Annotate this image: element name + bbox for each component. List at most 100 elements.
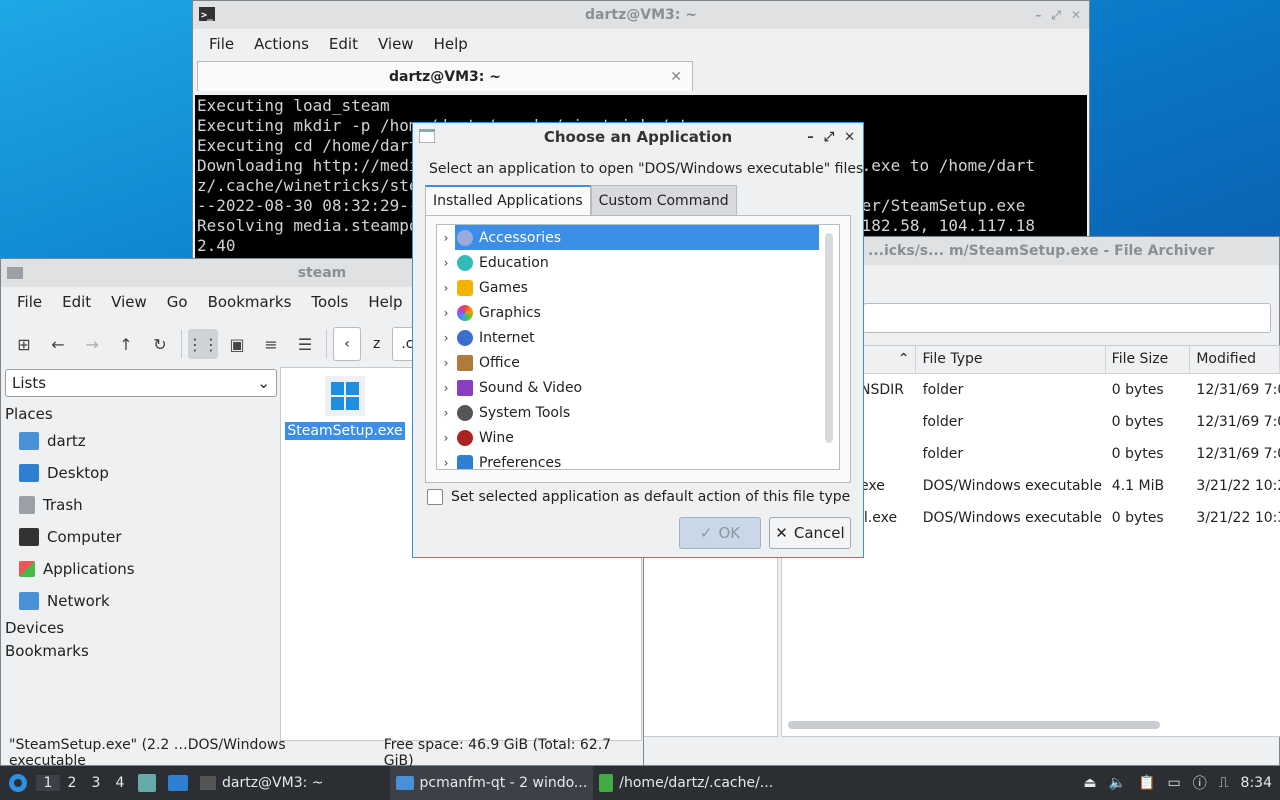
tree-item-accessories[interactable]: › Accessories	[437, 225, 839, 250]
back-arrow-icon[interactable]: ←	[43, 329, 73, 359]
tree-item-preferences[interactable]: › Preferences	[437, 450, 839, 470]
expand-arrow-icon[interactable]: ›	[437, 231, 455, 245]
tree-item-office[interactable]: › Office	[437, 350, 839, 375]
tree-item-sound-video[interactable]: › Sound & Video	[437, 375, 839, 400]
maximize-icon[interactable]: ⤢	[824, 130, 834, 145]
close-tab-icon[interactable]: ✕	[670, 69, 682, 85]
expand-arrow-icon[interactable]: ›	[437, 356, 455, 370]
quicklaunch-files[interactable]	[132, 766, 162, 800]
terminal-tab[interactable]: dartz@VM3: ~ ✕	[197, 61, 693, 91]
status-bar: "SteamSetup.exe" (2.2 …DOS/Windows execu…	[1, 737, 643, 769]
expand-arrow-icon[interactable]: ›	[437, 406, 455, 420]
tree-item-education[interactable]: › Education	[437, 250, 839, 275]
notification-icon[interactable]: ⓘ	[1193, 773, 1207, 793]
task-terminal[interactable]: dartz@VM3: ~	[194, 766, 330, 800]
close-icon[interactable]: ✕	[1071, 8, 1081, 22]
bookmarks-header[interactable]: Bookmarks	[5, 640, 277, 662]
terminal-titlebar[interactable]: >_ dartz@VM3: ~ – ⤢ ✕	[193, 1, 1089, 29]
up-arrow-icon[interactable]: ↑	[111, 329, 141, 359]
expand-arrow-icon[interactable]: ›	[437, 456, 455, 470]
file-item[interactable]: SteamSetup.exe	[285, 376, 405, 440]
task-label: /home/dartz/.cache/...	[619, 775, 774, 791]
new-tab-icon[interactable]: ⊞	[9, 329, 39, 359]
reload-icon[interactable]: ↻	[145, 329, 175, 359]
place-home[interactable]: dartz	[5, 425, 277, 457]
menu-edit[interactable]: Edit	[52, 293, 101, 311]
tab-installed-applications[interactable]: Installed Applications	[425, 185, 591, 215]
volume-icon[interactable]: 🔈	[1109, 775, 1126, 791]
detailed-view-icon[interactable]: ☰	[290, 329, 320, 359]
menu-file[interactable]: File	[199, 35, 244, 53]
menu-help[interactable]: Help	[358, 293, 412, 311]
tree-item-wine[interactable]: › Wine	[437, 425, 839, 450]
place-computer[interactable]: Computer	[5, 521, 277, 553]
wine-icon	[457, 429, 473, 446]
compact-view-icon[interactable]: ≡	[256, 329, 286, 359]
tree-item-internet[interactable]: › Internet	[437, 325, 839, 350]
clipboard-icon[interactable]: 📋	[1138, 775, 1155, 791]
expand-arrow-icon[interactable]: ›	[437, 431, 455, 445]
archiver-path-input[interactable]	[863, 303, 1271, 333]
clock[interactable]: 8:34	[1241, 775, 1272, 791]
menu-go[interactable]: Go	[157, 293, 198, 311]
icon-view-icon[interactable]: ⋮⋮	[187, 329, 219, 359]
set-default-row[interactable]: Set selected application as default acti…	[427, 489, 850, 505]
application-tree[interactable]: › Accessories › Education › Games › Graphics…	[436, 224, 840, 470]
workspace-1[interactable]: 1	[36, 775, 60, 791]
installed-applications-panel: › Accessories › Education › Games › Graphics…	[425, 215, 851, 483]
places-header[interactable]: Places	[5, 403, 277, 425]
maximize-icon[interactable]: ⤢	[1051, 8, 1061, 23]
menu-help[interactable]: Help	[424, 35, 478, 53]
column-file-type[interactable]: File Type	[916, 346, 1106, 373]
menu-actions[interactable]: Actions	[244, 35, 319, 53]
workspace-3[interactable]: 3	[84, 775, 108, 791]
place-network[interactable]: Network	[5, 585, 277, 617]
expand-arrow-icon[interactable]: ›	[437, 306, 455, 320]
thumbnail-view-icon[interactable]: ▣	[222, 329, 252, 359]
menu-tools[interactable]: Tools	[301, 293, 358, 311]
expand-arrow-icon[interactable]: ›	[437, 256, 455, 270]
minimize-icon[interactable]: –	[1035, 8, 1041, 22]
devices-header[interactable]: Devices	[5, 617, 277, 639]
workspace-4[interactable]: 4	[108, 775, 132, 791]
minimize-icon[interactable]: –	[807, 130, 814, 145]
task-archiver[interactable]: /home/dartz/.cache/...	[593, 766, 779, 800]
menu-file[interactable]: File	[7, 293, 52, 311]
eject-icon[interactable]: ⏏	[1083, 775, 1096, 791]
system-tools-icon	[457, 404, 473, 421]
menu-view[interactable]: View	[368, 35, 424, 53]
menu-edit[interactable]: Edit	[319, 35, 368, 53]
tree-item-games[interactable]: › Games	[437, 275, 839, 300]
ok-button[interactable]: ✓ OK	[679, 517, 761, 549]
place-applications[interactable]: Applications	[5, 553, 277, 585]
dialog-titlebar[interactable]: Choose an Application – ⤢ ✕	[413, 123, 863, 151]
column-modified[interactable]: Modified	[1190, 346, 1280, 373]
tree-item-graphics[interactable]: › Graphics	[437, 300, 839, 325]
vertical-scrollbar[interactable]	[825, 233, 833, 443]
workspace-2[interactable]: 2	[60, 775, 84, 791]
close-icon[interactable]: ✕	[844, 130, 855, 145]
side-pane-mode-select[interactable]: Lists ⌄	[5, 369, 277, 397]
screen-icon[interactable]: ▭	[1168, 775, 1181, 791]
horizontal-scrollbar[interactable]	[788, 721, 1160, 729]
forward-arrow-icon[interactable]: →	[77, 329, 107, 359]
breadcrumb-segment[interactable]: z	[365, 327, 388, 361]
network-icon[interactable]: ⎍	[1219, 775, 1229, 791]
place-trash[interactable]: Trash	[5, 489, 277, 521]
task-file-manager[interactable]: pcmanfm-qt - 2 windo...	[389, 766, 594, 800]
expand-arrow-icon[interactable]: ›	[437, 381, 455, 395]
cancel-button[interactable]: ✕ Cancel	[769, 517, 851, 549]
menu-bookmarks[interactable]: Bookmarks	[198, 293, 302, 311]
tree-item-system-tools[interactable]: › System Tools	[437, 400, 839, 425]
column-file-size[interactable]: File Size	[1106, 346, 1191, 373]
expand-arrow-icon[interactable]: ›	[437, 331, 455, 345]
menu-view[interactable]: View	[101, 293, 157, 311]
choose-application-dialog[interactable]: Choose an Application – ⤢ ✕ Select an appl…	[412, 122, 864, 558]
tab-custom-command[interactable]: Custom Command	[590, 185, 737, 215]
quicklaunch-desktop[interactable]	[162, 766, 194, 800]
set-default-checkbox[interactable]	[427, 489, 443, 505]
start-menu-button[interactable]	[0, 766, 36, 800]
expand-arrow-icon[interactable]: ›	[437, 281, 455, 295]
place-desktop[interactable]: Desktop	[5, 457, 277, 489]
breadcrumb-back-button[interactable]: ‹	[333, 327, 361, 361]
